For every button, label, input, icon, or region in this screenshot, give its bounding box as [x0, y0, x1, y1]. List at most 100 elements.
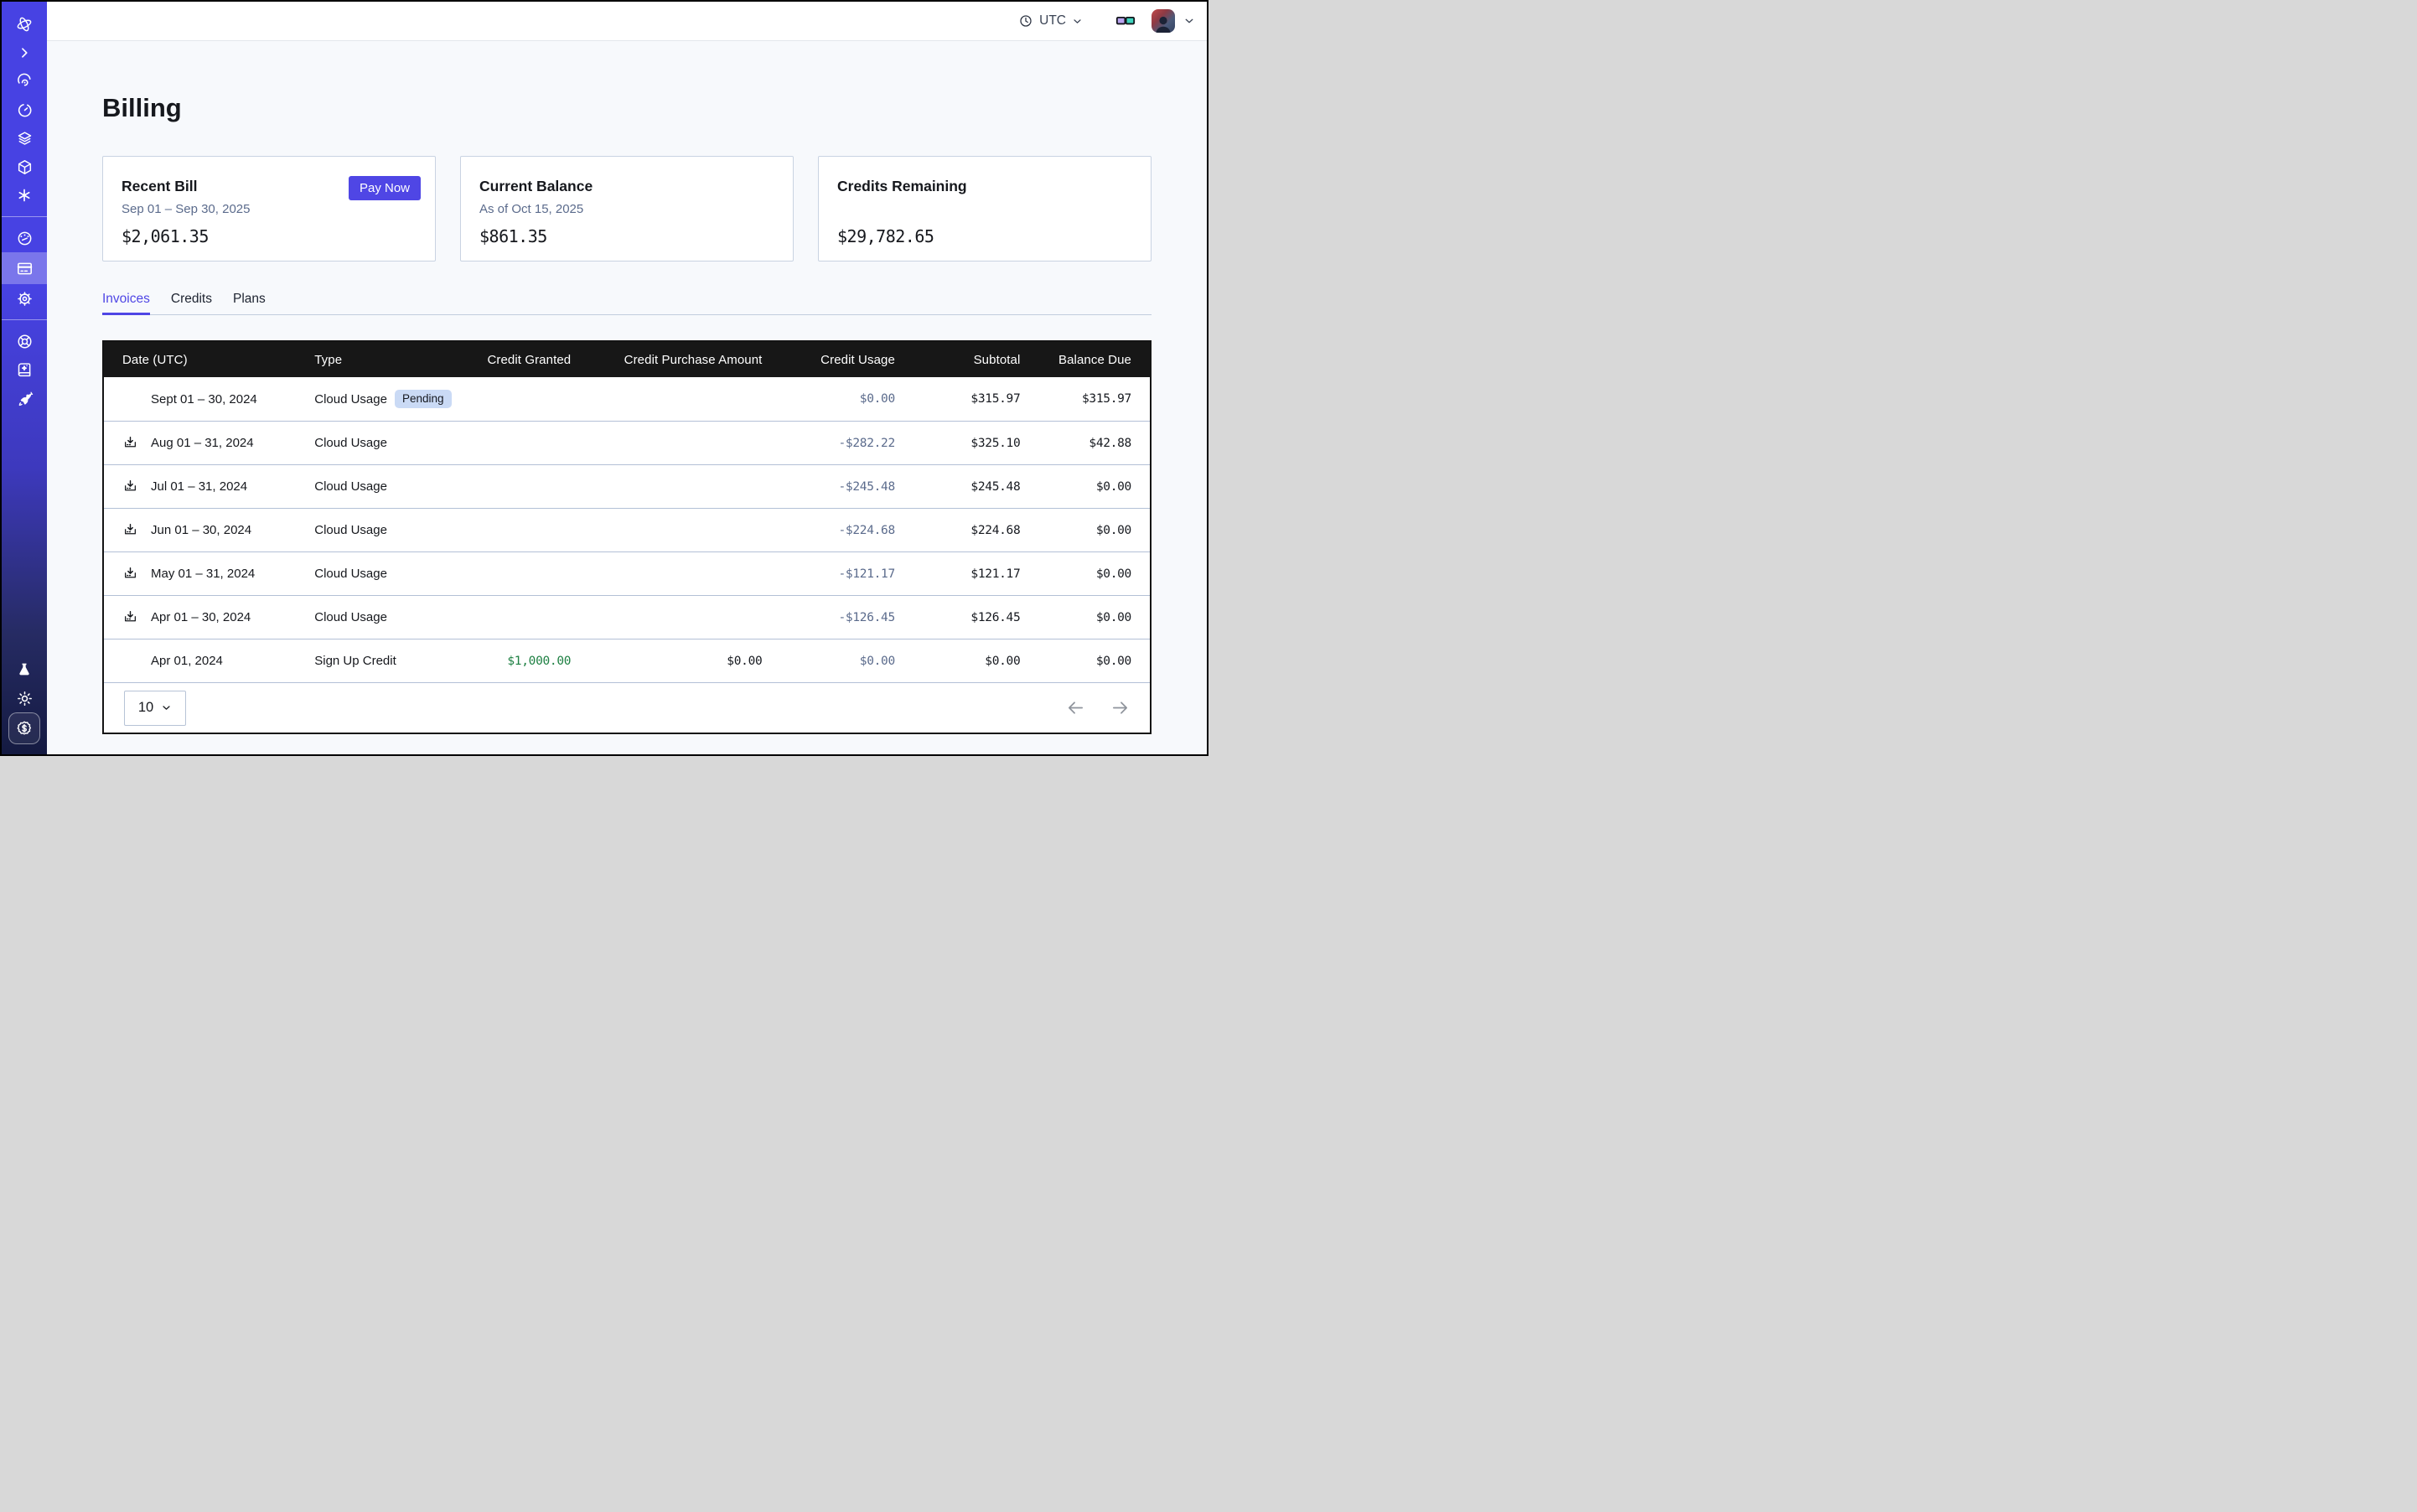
- table-row: May 01 – 31, 2024 Cloud Usage -$121.17 $…: [104, 551, 1150, 595]
- table-row: Apr 01, 2024 Sign Up Credit $1,000.00 $0…: [104, 639, 1150, 682]
- invoice-type: Cloud Usage: [314, 479, 387, 494]
- subtotal-value: $126.45: [895, 611, 1021, 624]
- download-invoice-button[interactable]: [122, 566, 138, 582]
- chevron-down-icon: [1072, 16, 1083, 27]
- spiral-icon: [16, 73, 34, 91]
- card-title: Credits Remaining: [837, 178, 1132, 195]
- table-footer: 10: [104, 682, 1150, 733]
- credits-remaining-amount: $29,782.65: [837, 226, 934, 246]
- credits-promo-button[interactable]: [8, 712, 40, 744]
- column-header-type: Type: [314, 353, 451, 367]
- sidebar-item-observe[interactable]: [2, 67, 47, 96]
- credit-usage-value: -$245.48: [762, 480, 894, 494]
- download-icon: [122, 479, 138, 495]
- sun-icon: [16, 690, 34, 707]
- balance-due-value: $0.00: [1020, 655, 1150, 668]
- flask-icon: [16, 661, 33, 678]
- sidebar-item-services[interactable]: [2, 181, 47, 210]
- table-row: Jul 01 – 31, 2024 Cloud Usage -$245.48 $…: [104, 464, 1150, 508]
- invoice-type-cell: Cloud Usage Pending: [314, 390, 451, 408]
- sidebar-item-history[interactable]: [2, 96, 47, 124]
- fun-mode-button[interactable]: [1115, 10, 1136, 32]
- download-icon: [122, 609, 138, 625]
- download-invoice-button[interactable]: [122, 479, 138, 495]
- sidebar-item-support[interactable]: [2, 327, 47, 355]
- layers-icon: [16, 130, 34, 148]
- column-header-balance-due: Balance Due: [1020, 353, 1150, 367]
- column-header-credit-purchase-amount: Credit Purchase Amount: [571, 353, 762, 367]
- invoice-date-cell: Apr 01 – 30, 2024: [104, 609, 314, 625]
- subtotal-value: $325.10: [895, 437, 1021, 450]
- topbar: UTC: [47, 2, 1207, 41]
- summary-cards: Recent Bill Sep 01 – Sep 30, 2025 $2,061…: [102, 156, 1152, 261]
- subtotal-value: $245.48: [895, 480, 1021, 494]
- invoice-type-cell: Sign Up Credit: [314, 654, 451, 668]
- asterisk-icon: [16, 187, 33, 204]
- timezone-label: UTC: [1039, 13, 1066, 28]
- page-size-select[interactable]: 10: [124, 691, 186, 726]
- sidebar-item-labs[interactable]: [2, 655, 47, 684]
- book-sparkles-icon: [16, 361, 34, 379]
- table-row: Aug 01 – 31, 2024 Cloud Usage -$282.22 $…: [104, 421, 1150, 464]
- history-timer-icon: [16, 101, 34, 119]
- credit-purchase-amount-value: $0.00: [571, 655, 762, 668]
- balance-due-value: $315.97: [1020, 392, 1150, 406]
- arrow-right-icon: [1110, 698, 1130, 717]
- table-row: Jun 01 – 30, 2024 Cloud Usage -$224.68 $…: [104, 508, 1150, 551]
- credit-usage-value: -$126.45: [762, 611, 894, 624]
- dollar-seal-icon: [15, 719, 34, 738]
- previous-page-button[interactable]: [1066, 698, 1085, 717]
- invoice-date: Jul 01 – 31, 2024: [151, 479, 247, 494]
- column-header-credit-granted: Credit Granted: [452, 353, 572, 367]
- invoice-date-cell: May 01 – 31, 2024: [104, 566, 314, 582]
- balance-due-value: $0.00: [1020, 524, 1150, 537]
- column-header-subtotal: Subtotal: [895, 353, 1021, 367]
- download-invoice-button[interactable]: [122, 522, 138, 538]
- status-badge: Pending: [395, 390, 452, 408]
- app-window: UTC Billing: [0, 0, 1208, 756]
- sidebar-item-layers[interactable]: [2, 124, 47, 153]
- sidebar-item-settings[interactable]: [2, 284, 47, 313]
- invoice-date-cell: Jul 01 – 31, 2024: [104, 479, 314, 495]
- cube-icon: [16, 158, 34, 176]
- tab-credits[interactable]: Credits: [171, 292, 212, 314]
- sidebar-item-instances[interactable]: [2, 153, 47, 181]
- invoice-type: Cloud Usage: [314, 567, 387, 581]
- clock-icon: [1018, 13, 1033, 28]
- card-subtitle: As of Oct 15, 2025: [479, 202, 774, 216]
- timezone-selector[interactable]: UTC: [1018, 13, 1083, 28]
- sidebar-item-theme[interactable]: [2, 684, 47, 712]
- invoice-type-cell: Cloud Usage: [314, 567, 451, 581]
- tab-invoices[interactable]: Invoices: [102, 292, 150, 314]
- credit-usage-value: $0.00: [762, 392, 894, 406]
- download-invoice-button[interactable]: [122, 609, 138, 625]
- balance-due-value: $0.00: [1020, 611, 1150, 624]
- orbit-logo[interactable]: [2, 10, 47, 39]
- column-header-credit-usage: Credit Usage: [762, 353, 894, 367]
- arrow-left-icon: [1066, 698, 1085, 717]
- tab-plans[interactable]: Plans: [233, 292, 266, 314]
- gauge-icon: [16, 230, 34, 247]
- table-row: Apr 01 – 30, 2024 Cloud Usage -$126.45 $…: [104, 595, 1150, 639]
- credit-usage-value: -$224.68: [762, 524, 894, 537]
- account-menu-chevron-icon[interactable]: [1183, 15, 1195, 27]
- subtotal-value: $315.97: [895, 392, 1021, 406]
- download-icon: [122, 435, 138, 451]
- invoice-date-cell: Jun 01 – 30, 2024: [104, 522, 314, 538]
- download-icon: [122, 522, 138, 538]
- credit-usage-value: -$282.22: [762, 437, 894, 450]
- pay-now-button[interactable]: Pay Now: [349, 176, 421, 200]
- column-header-date: Date (UTC): [104, 353, 314, 367]
- user-avatar[interactable]: [1152, 9, 1175, 33]
- avatar-silhouette: [1152, 11, 1175, 33]
- next-page-button[interactable]: [1110, 698, 1130, 717]
- recent-bill-amount: $2,061.35: [122, 226, 209, 246]
- sidebar-item-getting-started[interactable]: [2, 384, 47, 412]
- sidebar-item-usage[interactable]: [2, 224, 47, 252]
- download-invoice-button[interactable]: [122, 435, 138, 451]
- sidebar-item-billing[interactable]: [2, 252, 47, 284]
- sidebar-item-docs[interactable]: [2, 355, 47, 384]
- sidebar-item-expand[interactable]: [2, 39, 47, 67]
- credit-granted-value: $1,000.00: [452, 655, 572, 668]
- invoice-type: Cloud Usage: [314, 392, 387, 406]
